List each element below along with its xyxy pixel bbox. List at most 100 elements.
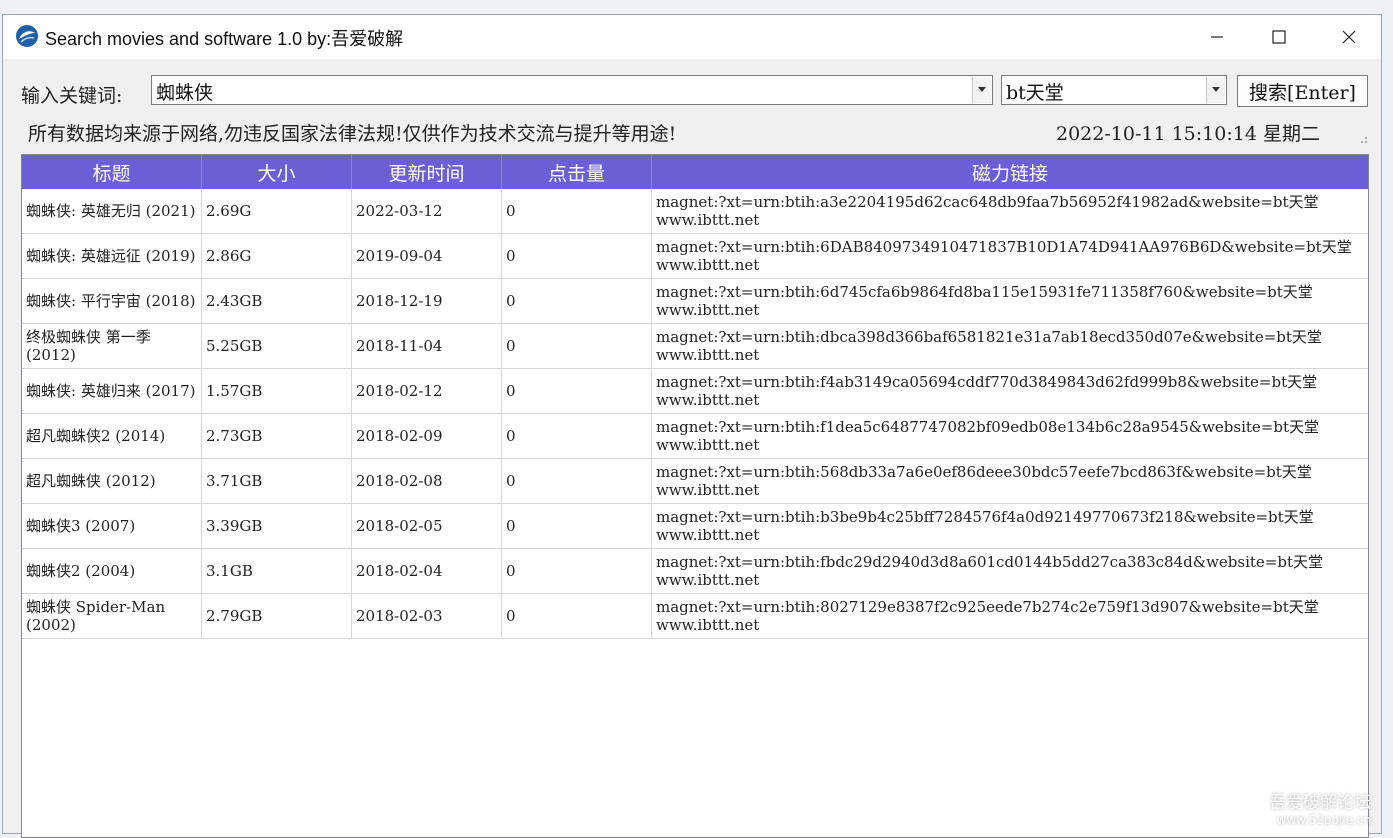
- cell-size[interactable]: 3.71GB: [202, 459, 352, 503]
- cell-size[interactable]: 2.79GB: [202, 594, 352, 638]
- cell-title[interactable]: 终极蜘蛛侠 第一季 (2012): [22, 324, 202, 368]
- magnet-site: www.ibttt.net: [656, 481, 760, 499]
- magnet-site: www.ibttt.net: [656, 526, 760, 544]
- minimize-button[interactable]: [1185, 15, 1249, 59]
- cell-clicks[interactable]: 0: [502, 189, 652, 233]
- cell-magnet[interactable]: magnet:?xt=urn:btih:6DAB8409734910471837…: [652, 234, 1368, 278]
- table-row[interactable]: 蜘蛛侠 Spider-Man (2002) 2.79GB 2018-02-03 0 ma…: [22, 594, 1368, 639]
- magnet-link[interactable]: magnet:?xt=urn:btih:dbca398d366baf658182…: [656, 328, 1322, 346]
- cell-clicks[interactable]: 0: [502, 414, 652, 458]
- magnet-site: www.ibttt.net: [656, 346, 760, 364]
- minimize-icon: [1211, 36, 1223, 38]
- cell-date[interactable]: 2018-02-05: [352, 504, 502, 548]
- magnet-link[interactable]: magnet:?xt=urn:btih:f4ab3149ca05694cddf7…: [656, 373, 1317, 391]
- keyword-combobox[interactable]: 蜘蛛侠: [151, 75, 993, 105]
- table-header: 标题 大小 更新时间 点击量 磁力链接: [22, 155, 1368, 189]
- cell-date[interactable]: 2018-12-19: [352, 279, 502, 323]
- magnet-link[interactable]: magnet:?xt=urn:btih:a3e2204195d62cac648d…: [656, 193, 1319, 211]
- magnet-link[interactable]: magnet:?xt=urn:btih:f1dea5c6487747082bf0…: [656, 418, 1319, 436]
- keyword-input[interactable]: 蜘蛛侠: [156, 78, 213, 105]
- cell-title[interactable]: 蜘蛛侠: 英雄归来 (2017): [22, 369, 202, 413]
- cell-date[interactable]: 2019-09-04: [352, 234, 502, 278]
- source-dropdown-button[interactable]: [1206, 77, 1225, 103]
- cell-size[interactable]: 5.25GB: [202, 324, 352, 368]
- cell-clicks[interactable]: 0: [502, 279, 652, 323]
- cell-clicks[interactable]: 0: [502, 369, 652, 413]
- table-row[interactable]: 超凡蜘蛛侠2 (2014) 2.73GB 2018-02-09 0 magnet:?xt…: [22, 414, 1368, 459]
- table-row[interactable]: 蜘蛛侠3 (2007) 3.39GB 2018-02-05 0 magnet:?xt=u…: [22, 504, 1368, 549]
- cell-date[interactable]: 2018-02-04: [352, 549, 502, 593]
- cell-magnet[interactable]: magnet:?xt=urn:btih:b3be9b4c25bff7284576…: [652, 504, 1368, 548]
- table-row[interactable]: 蜘蛛侠: 英雄归来 (2017) 1.57GB 2018-02-12 0 magnet:…: [22, 369, 1368, 414]
- cell-size[interactable]: 2.43GB: [202, 279, 352, 323]
- cell-title[interactable]: 蜘蛛侠2 (2004): [22, 549, 202, 593]
- close-icon: [1342, 30, 1356, 44]
- table-row[interactable]: 蜘蛛侠: 平行宇宙 (2018) 2.43GB 2018-12-19 0 magnet:…: [22, 279, 1368, 324]
- magnet-link[interactable]: magnet:?xt=urn:btih:b3be9b4c25bff7284576…: [656, 508, 1314, 526]
- cell-size[interactable]: 2.69G: [202, 189, 352, 233]
- cell-title[interactable]: 超凡蜘蛛侠 (2012): [22, 459, 202, 503]
- column-header-size[interactable]: 大小: [202, 155, 352, 189]
- cell-clicks[interactable]: 0: [502, 234, 652, 278]
- cell-size[interactable]: 3.39GB: [202, 504, 352, 548]
- cell-size[interactable]: 1.57GB: [202, 369, 352, 413]
- column-header-clicks[interactable]: 点击量: [502, 155, 652, 189]
- results-table[interactable]: 标题 大小 更新时间 点击量 磁力链接 蜘蛛侠: 英雄无归 (2021) 2.69…: [21, 154, 1369, 838]
- cell-clicks[interactable]: 0: [502, 504, 652, 548]
- cell-title[interactable]: 蜘蛛侠3 (2007): [22, 504, 202, 548]
- cell-magnet[interactable]: magnet:?xt=urn:btih:8027129e8387f2c925ee…: [652, 594, 1368, 638]
- table-row[interactable]: 终极蜘蛛侠 第一季 (2012) 5.25GB 2018-11-04 0 magnet:…: [22, 324, 1368, 369]
- magnet-site: www.ibttt.net: [656, 256, 760, 274]
- forum-watermark: 吾爱破解论坛 www.52pojie.cn: [1269, 788, 1371, 827]
- cell-magnet[interactable]: magnet:?xt=urn:btih:f1dea5c6487747082bf0…: [652, 414, 1368, 458]
- magnet-site: www.ibttt.net: [656, 391, 760, 409]
- source-select[interactable]: bt天堂: [1006, 78, 1064, 105]
- cell-date[interactable]: 2018-02-12: [352, 369, 502, 413]
- cell-title[interactable]: 蜘蛛侠: 英雄无归 (2021): [22, 189, 202, 233]
- column-header-date[interactable]: 更新时间: [352, 155, 502, 189]
- cell-date[interactable]: 2022-03-12: [352, 189, 502, 233]
- column-header-title[interactable]: 标题: [22, 155, 202, 189]
- cell-title[interactable]: 蜘蛛侠 Spider-Man (2002): [22, 594, 202, 638]
- cell-magnet[interactable]: magnet:?xt=urn:btih:6d745cfa6b9864fd8ba1…: [652, 279, 1368, 323]
- maximize-button[interactable]: [1247, 15, 1311, 59]
- cell-clicks[interactable]: 0: [502, 459, 652, 503]
- cell-date[interactable]: 2018-02-08: [352, 459, 502, 503]
- magnet-link[interactable]: magnet:?xt=urn:btih:6d745cfa6b9864fd8ba1…: [656, 283, 1313, 301]
- cell-title[interactable]: 超凡蜘蛛侠2 (2014): [22, 414, 202, 458]
- table-row[interactable]: 蜘蛛侠: 英雄远征 (2019) 2.86G 2019-09-04 0 magnet:?…: [22, 234, 1368, 279]
- magnet-link[interactable]: magnet:?xt=urn:btih:6DAB8409734910471837…: [656, 238, 1352, 256]
- magnet-link[interactable]: magnet:?xt=urn:btih:568db33a7a6e0ef86dee…: [656, 463, 1312, 481]
- cell-clicks[interactable]: 0: [502, 324, 652, 368]
- close-button[interactable]: [1317, 15, 1381, 59]
- cell-magnet[interactable]: magnet:?xt=urn:btih:568db33a7a6e0ef86dee…: [652, 459, 1368, 503]
- datetime-display: 2022-10-11 15:10:14 星期二: [1056, 123, 1320, 145]
- cell-title[interactable]: 蜘蛛侠: 平行宇宙 (2018): [22, 279, 202, 323]
- cell-magnet[interactable]: magnet:?xt=urn:btih:fbdc29d2940d3d8a601c…: [652, 549, 1368, 593]
- column-header-magnet[interactable]: 磁力链接: [652, 155, 1368, 189]
- chevron-down-icon: [1212, 87, 1220, 92]
- cell-clicks[interactable]: 0: [502, 549, 652, 593]
- cell-magnet[interactable]: magnet:?xt=urn:btih:dbca398d366baf658182…: [652, 324, 1368, 368]
- cell-date[interactable]: 2018-02-03: [352, 594, 502, 638]
- keyword-dropdown-button[interactable]: [972, 77, 991, 103]
- source-combobox[interactable]: bt天堂: [1001, 75, 1227, 105]
- search-button[interactable]: 搜索[Enter]: [1237, 75, 1368, 107]
- cell-date[interactable]: 2018-02-09: [352, 414, 502, 458]
- table-row[interactable]: 蜘蛛侠2 (2004) 3.1GB 2018-02-04 0 magnet:?xt=ur…: [22, 549, 1368, 594]
- magnet-link[interactable]: magnet:?xt=urn:btih:fbdc29d2940d3d8a601c…: [656, 553, 1323, 571]
- window-title: Search movies and software 1.0 by:吾爱破解: [45, 29, 404, 49]
- cell-magnet[interactable]: magnet:?xt=urn:btih:f4ab3149ca05694cddf7…: [652, 369, 1368, 413]
- cell-title[interactable]: 蜘蛛侠: 英雄远征 (2019): [22, 234, 202, 278]
- cell-date[interactable]: 2018-11-04: [352, 324, 502, 368]
- table-row[interactable]: 超凡蜘蛛侠 (2012) 3.71GB 2018-02-08 0 magnet:?xt=…: [22, 459, 1368, 504]
- title-bar[interactable]: Search movies and software 1.0 by:吾爱破解: [3, 15, 1381, 59]
- cell-size[interactable]: 3.1GB: [202, 549, 352, 593]
- cell-clicks[interactable]: 0: [502, 594, 652, 638]
- cell-size[interactable]: 2.86G: [202, 234, 352, 278]
- cell-magnet[interactable]: magnet:?xt=urn:btih:a3e2204195d62cac648d…: [652, 189, 1368, 233]
- table-row[interactable]: 蜘蛛侠: 英雄无归 (2021) 2.69G 2022-03-12 0 magnet:?…: [22, 189, 1368, 234]
- magnet-site: www.ibttt.net: [656, 571, 760, 589]
- magnet-link[interactable]: magnet:?xt=urn:btih:8027129e8387f2c925ee…: [656, 598, 1319, 616]
- cell-size[interactable]: 2.73GB: [202, 414, 352, 458]
